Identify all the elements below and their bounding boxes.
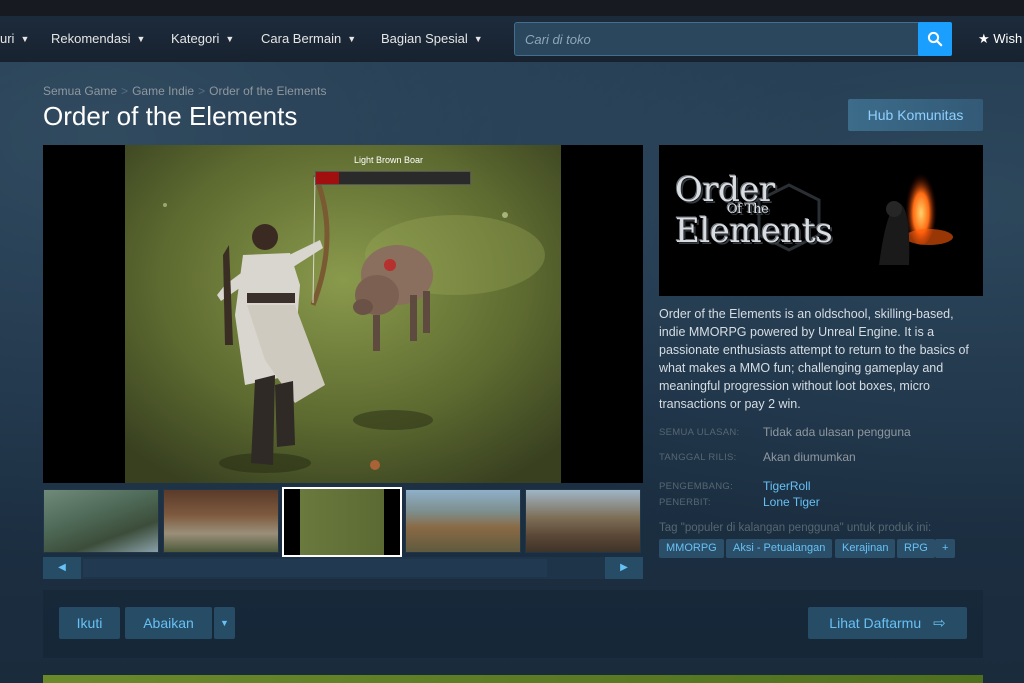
ignore-dropdown-button[interactable]: ▼ (214, 607, 235, 639)
chevron-down-icon: ▼ (20, 34, 30, 44)
reviews-value: Tidak ada ulasan pengguna (763, 425, 911, 439)
community-hub-button[interactable]: Hub Komunitas (848, 99, 983, 131)
nav-item-categories[interactable]: Kategori ▼ (171, 16, 234, 62)
wishlist-link[interactable]: ★ Wish (978, 16, 1022, 62)
chevron-down-icon: ▼ (220, 618, 229, 628)
tag-crafting[interactable]: Kerajinan (835, 539, 896, 558)
nav-item-label: uri (0, 31, 15, 46)
nav-item-recommendations[interactable]: Rekomendasi ▼ (51, 16, 145, 62)
logo-word-elements: Elements (675, 211, 833, 251)
game-capsule-image: Order Of The Elements (659, 145, 983, 296)
breadcrumb-item-indie[interactable]: Game Indie (132, 84, 194, 98)
screenshot-thumbnail-selected[interactable] (282, 487, 402, 557)
screenshot-thumbnail[interactable] (525, 489, 641, 553)
enemy-health-fill (316, 172, 340, 184)
scroll-right-icon[interactable]: ▶ (605, 557, 643, 579)
breadcrumb-separator: > (198, 84, 206, 98)
nav-item-label: Cara Bermain (261, 31, 342, 46)
capsule-logo: Order Of The Elements (675, 173, 875, 248)
store-nav: uri ▼ Rekomendasi ▼ Kategori ▼ Cara Bermain… (0, 16, 1024, 62)
game-description: Order of the Elements is an oldschool, s… (659, 307, 969, 411)
nav-item-your-store[interactable]: uri ▼ (0, 16, 29, 62)
arrow-right-icon: ⇨ (933, 615, 946, 632)
screenshot-thumbnail[interactable] (163, 489, 279, 553)
tags-heading: Tag "populer di kalangan pengguna" untuk… (659, 522, 932, 534)
view-your-queue-button[interactable]: Lihat Daftarmu ⇨ (808, 607, 967, 639)
scroll-left-icon[interactable]: ◀ (43, 557, 81, 579)
tag-action-adventure[interactable]: Aksi - Petualangan (726, 539, 833, 558)
main-media-viewer[interactable]: Light Brown Boar (43, 145, 643, 483)
purchase-area-edge (43, 675, 983, 683)
screenshot-thumbnail-strip (43, 487, 643, 557)
breadcrumb: Semua Game > Game Indie > Order of the Eleme… (43, 84, 327, 98)
chevron-down-icon: ▼ (347, 34, 357, 44)
nav-item-special-sections[interactable]: Bagian Spesial ▼ (381, 16, 483, 62)
nav-item-ways-to-play[interactable]: Cara Bermain ▼ (261, 16, 356, 62)
top-strip (0, 0, 1024, 16)
developer-link[interactable]: TigerRoll (763, 479, 811, 493)
wishlist-label: Wish (993, 31, 1023, 46)
breadcrumb-item-current[interactable]: Order of the Elements (209, 84, 326, 98)
tag-rpg[interactable]: RPG (897, 539, 935, 558)
search-button[interactable] (918, 22, 952, 56)
reviews-label: SEMUA ULASAN: (659, 427, 740, 438)
page-title: Order of the Elements (43, 101, 298, 131)
screenshot-thumbnail[interactable] (405, 489, 521, 553)
scrollbar-thumb[interactable] (83, 559, 547, 577)
developer-label: PENGEMBANG: (659, 481, 734, 492)
nav-item-label: Bagian Spesial (381, 31, 468, 46)
screenshot-thumbnail[interactable] (43, 489, 159, 553)
view-queue-label: Lihat Daftarmu (829, 615, 922, 631)
breadcrumb-separator: > (121, 84, 129, 98)
screenshot-scene (125, 145, 561, 483)
release-date-value: Akan diumumkan (763, 450, 856, 464)
game-screenshot: Light Brown Boar (125, 145, 561, 483)
enemy-name-label: Light Brown Boar (354, 155, 424, 165)
enemy-health-bar (315, 171, 471, 185)
search-input[interactable] (515, 23, 919, 55)
star-icon: ★ (978, 31, 990, 46)
chevron-down-icon: ▼ (473, 34, 483, 44)
tag-mmorpg[interactable]: MMORPG (659, 539, 724, 558)
nav-item-label: Rekomendasi (51, 31, 131, 46)
chevron-down-icon: ▼ (136, 34, 146, 44)
publisher-label: PENERBIT: (659, 497, 711, 508)
follow-button[interactable]: Ikuti (59, 607, 120, 639)
thumbnail-scrollbar[interactable]: ◀ ▶ (43, 557, 643, 579)
release-date-label: TANGGAL RILIS: (659, 452, 737, 463)
nav-item-label: Kategori (171, 31, 220, 46)
ignore-button[interactable]: Abaikan (125, 607, 212, 639)
breadcrumb-item-all-games[interactable]: Semua Game (43, 84, 117, 98)
chevron-down-icon: ▼ (225, 34, 235, 44)
search-icon (927, 31, 943, 47)
publisher-link[interactable]: Lone Tiger (763, 495, 820, 509)
tag-more-button[interactable]: + (935, 539, 956, 558)
search-box (514, 22, 952, 56)
